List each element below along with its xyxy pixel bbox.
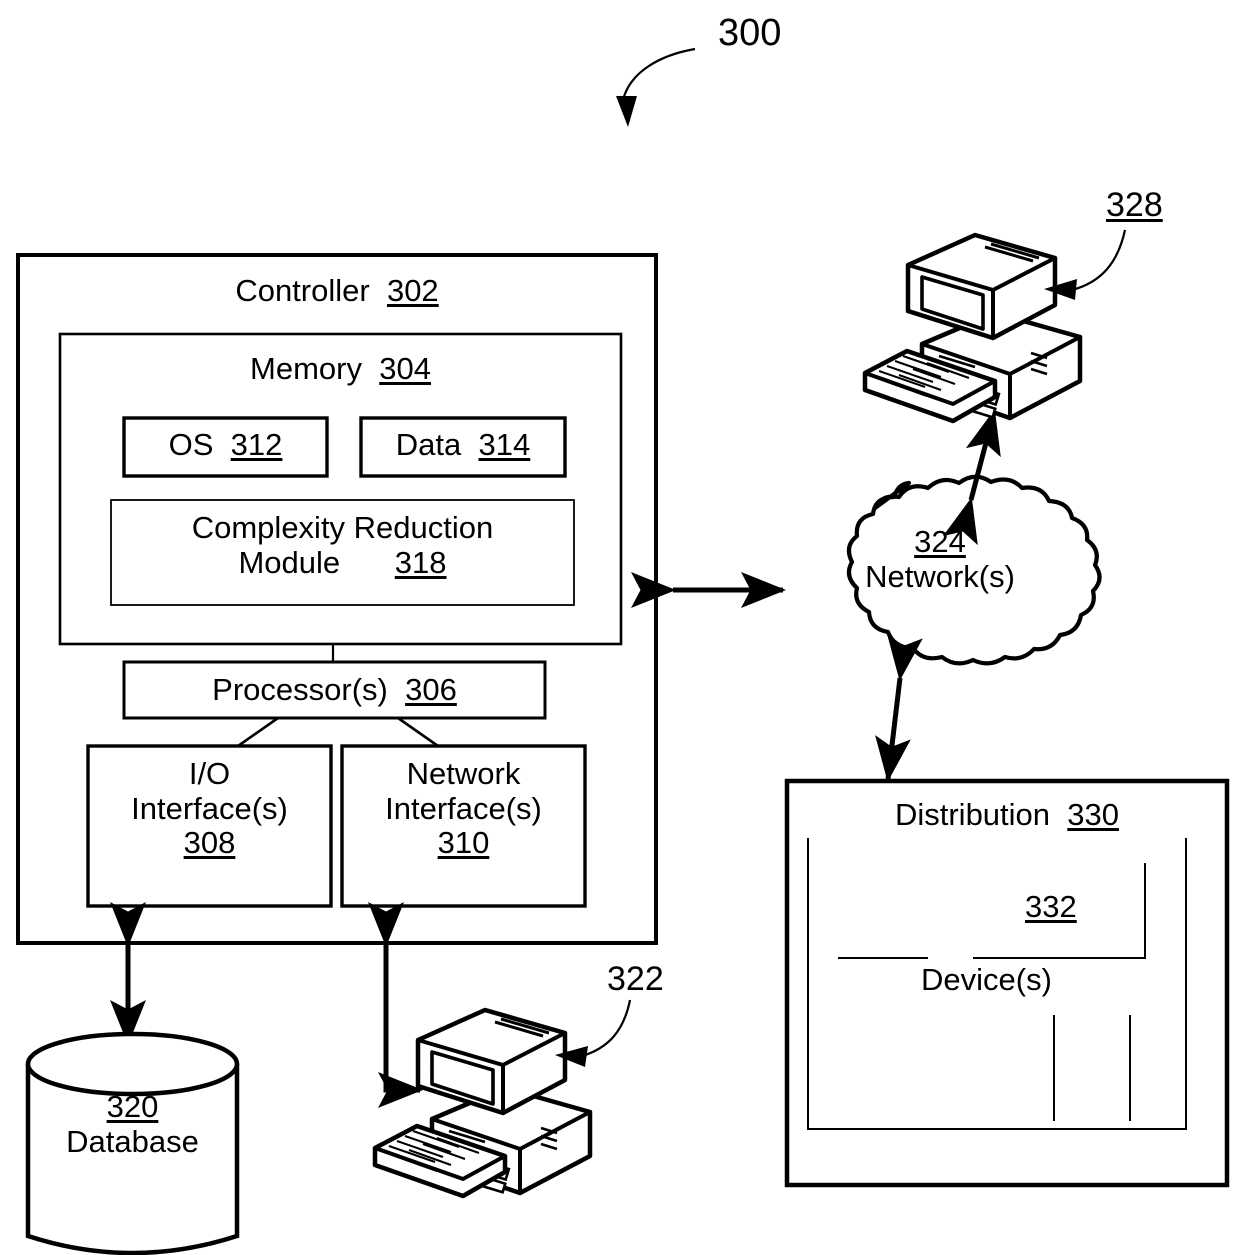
database-ref: 320 (106, 1089, 159, 1124)
complexity-reduction-module-line2: Module (238, 544, 341, 580)
data-ref: 314 (478, 427, 531, 462)
data-label-text: Data (395, 427, 462, 462)
database-label: 320 Database (28, 1089, 237, 1159)
diagram-linework (16, 47, 1230, 1255)
figure-callout-300 (616, 47, 696, 127)
network-cloud-ref: 324 (914, 524, 966, 559)
controller-to-local-computer-arrow (367, 902, 424, 1109)
network-interface-line1: Network (406, 756, 521, 791)
network-cloud-label: 324 Network(s) (830, 524, 1050, 594)
remote-computer-icon (862, 232, 1083, 424)
remote-computer-ref: 328 (1106, 186, 1163, 224)
complexity-reduction-module-ref: 318 (394, 544, 447, 580)
processor-label-text: Processor(s) (212, 672, 388, 707)
network-cloud-text: Network(s) (865, 558, 1015, 594)
controller-ref: 302 (386, 273, 439, 308)
devices-ref: 332 (1025, 889, 1077, 924)
complexity-reduction-module-label: Complexity Reduction Module 318 (111, 510, 574, 581)
network-to-distribution-arrow (875, 634, 923, 782)
devices-label: Device(s) (921, 962, 1052, 997)
processor-network-connector (397, 716, 439, 748)
os-label-text: OS (168, 427, 214, 462)
os-label: OS 312 (124, 427, 327, 463)
figure-number: 300 (718, 12, 782, 54)
memory-title-text: Memory (250, 351, 362, 386)
network-interface-ref: 310 (437, 825, 490, 861)
local-computer-ref: 322 (607, 960, 664, 998)
io-interface-label: I/O Interface(s) 308 (88, 756, 331, 861)
patent-figure-300: 300 Controller 302 Memory 304 OS 312 Dat… (0, 0, 1240, 1255)
memory-title: Memory 304 (60, 351, 621, 387)
complexity-reduction-module-line1: Complexity Reduction (191, 510, 494, 545)
controller-title-text: Controller (235, 273, 370, 308)
network-interface-label: Network Interface(s) 310 (342, 756, 585, 861)
memory-ref: 304 (379, 351, 431, 386)
distribution-title: Distribution 330 (787, 797, 1227, 833)
database-text: Database (66, 1123, 199, 1159)
io-interface-line1: I/O (188, 756, 231, 791)
network-interface-line2: Interface(s) (385, 790, 542, 826)
processor-label: Processor(s) 306 (124, 672, 545, 708)
os-ref: 312 (230, 427, 283, 462)
distribution-title-text: Distribution (894, 797, 1051, 832)
local-computer-icon (372, 1007, 593, 1199)
io-interface-line2: Interface(s) (131, 790, 288, 826)
io-interface-ref: 308 (183, 825, 236, 861)
distribution-ref: 330 (1067, 797, 1120, 832)
complexity-reduction-module-line2-wrap: Module 318 (111, 544, 574, 581)
controller-title: Controller 302 (18, 273, 656, 309)
processor-io-connector (237, 716, 279, 748)
data-label: Data 314 (361, 427, 565, 463)
processor-ref: 306 (405, 672, 457, 707)
